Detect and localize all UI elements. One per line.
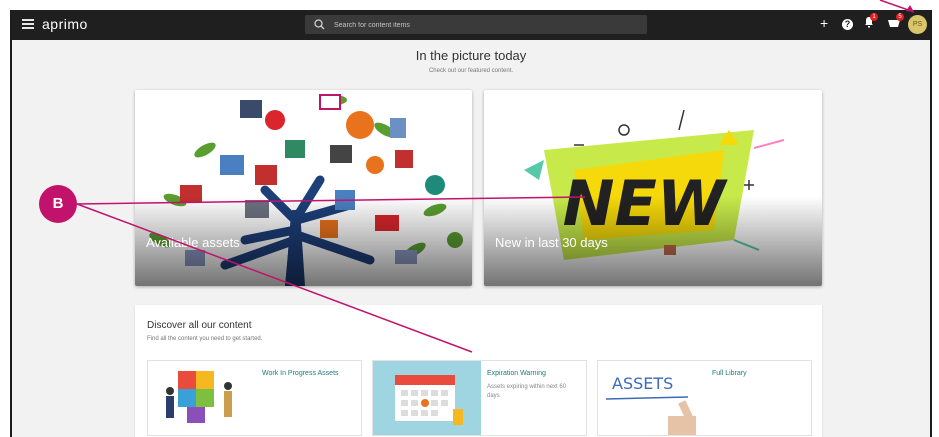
tile-expiration-warning[interactable]: Expiration Warning Assets expiring withi… <box>372 360 587 436</box>
search-icon <box>314 19 325 30</box>
section-subtitle: Find all the content you need to get sta… <box>147 336 263 342</box>
section-title: Discover all our content <box>147 320 252 331</box>
help-icon[interactable]: ? <box>842 19 853 30</box>
tile-description: Assets expiring within next 60 days <box>487 384 567 399</box>
search-input[interactable] <box>332 17 636 34</box>
add-icon[interactable]: + <box>820 15 828 31</box>
assets-text: ASSETS <box>612 374 673 393</box>
bell-icon[interactable]: 1 <box>864 13 878 31</box>
page-subtitle: Check out our featured content. <box>428 68 514 74</box>
tile-title: Full Library <box>712 370 747 377</box>
card-label: New in last 30 days <box>495 235 608 250</box>
discover-section: Discover all our content Find all the co… <box>135 305 822 437</box>
tile-work-in-progress[interactable]: Work In Progress Assets <box>147 360 362 436</box>
calendar-image <box>373 361 481 435</box>
tile-title: Expiration Warning <box>487 370 546 377</box>
featured-card-new-in-last-30-days[interactable]: NEW New in last 30 days <box>484 90 822 286</box>
top-bar: aprimo + ? 1 5 PS <box>12 10 930 40</box>
avatar[interactable]: PS <box>908 15 927 34</box>
aprimo-logo[interactable]: aprimo <box>42 16 88 32</box>
tile-full-library[interactable]: ASSETS Full Library <box>597 360 812 436</box>
cart-badge: 5 <box>896 13 904 21</box>
tile-title: Work In Progress Assets <box>262 370 339 377</box>
app-window: aprimo + ? 1 5 PS In the picture today C… <box>10 10 932 437</box>
puzzle-people-image <box>148 361 256 435</box>
basket-icon[interactable]: 5 <box>887 13 904 31</box>
notification-badge: 1 <box>870 13 878 21</box>
featured-card-available-assets[interactable]: Available assets <box>135 90 472 286</box>
card-label: Available assets <box>146 235 240 250</box>
search-box[interactable] <box>305 15 647 34</box>
assets-whiteboard-image: ASSETS <box>598 361 706 435</box>
menu-icon[interactable] <box>22 19 34 29</box>
page-title: In the picture today <box>415 48 527 63</box>
callout-marker-b: B <box>39 185 77 223</box>
